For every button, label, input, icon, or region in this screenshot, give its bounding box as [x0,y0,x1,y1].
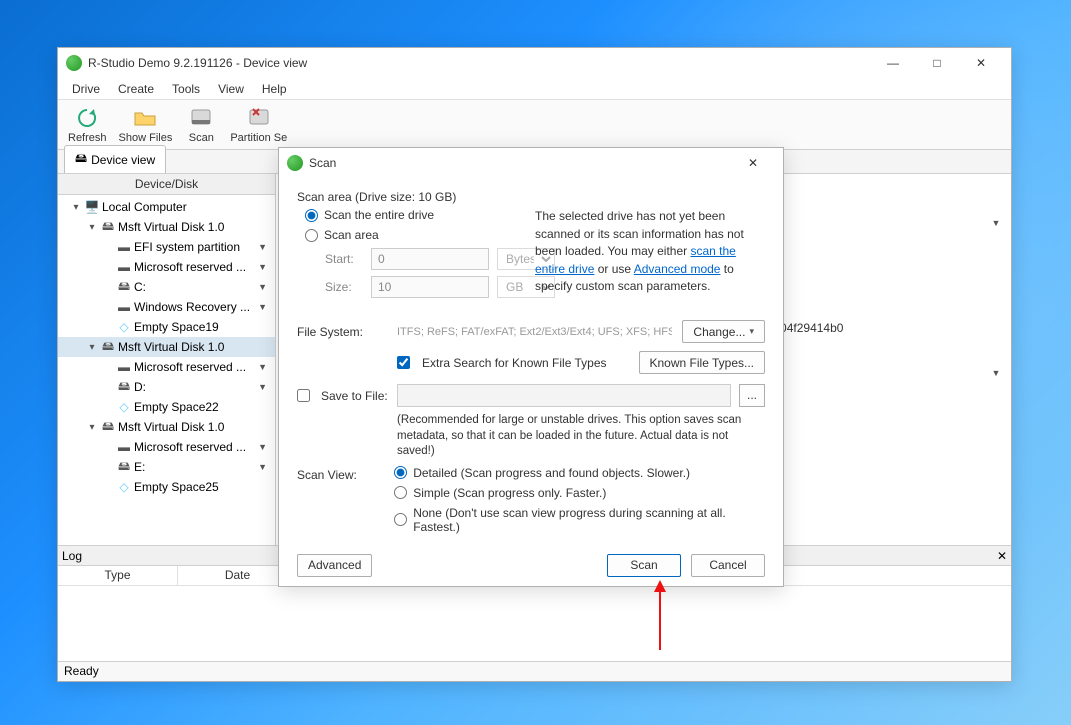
radio-view-none[interactable] [394,513,407,526]
tb-show-files[interactable]: Show Files [113,102,179,148]
scan-button[interactable]: Scan [607,554,681,577]
menubar: Drive Create Tools View Help [58,78,1011,100]
scan-dialog: Scan ✕ Scan area (Drive size: 10 GB) Sca… [278,147,784,587]
radio-scan-entire[interactable] [305,209,318,222]
tree-item[interactable]: ▾🖴Msft Virtual Disk 1.0 [58,337,275,357]
save-to-file-checkbox[interactable] [297,389,310,402]
tree-pane: Device/Disk ▾🖥️Local Computer▾🖴Msft Virt… [58,174,276,545]
tb-refresh[interactable]: Refresh [62,102,113,148]
known-file-types-button[interactable]: Known File Types... [639,351,766,374]
tb-scan[interactable]: Scan [178,102,224,148]
device-tree[interactable]: ▾🖥️Local Computer▾🖴Msft Virtual Disk 1.0… [58,195,275,499]
tree-item[interactable]: ▬Microsoft reserved ...▼ [58,357,275,377]
radio-view-detailed[interactable] [394,466,407,479]
tree-item[interactable]: 🖴D:▼ [58,377,275,397]
tree-item[interactable]: ▾🖴Msft Virtual Disk 1.0 [58,217,275,237]
tree-header[interactable]: Device/Disk [58,174,275,195]
tree-item[interactable]: ▬Microsoft reserved ...▼ [58,257,275,277]
tree-item[interactable]: ▬Microsoft reserved ...▼ [58,437,275,457]
menu-tools[interactable]: Tools [164,80,208,98]
save-path-input[interactable] [397,384,731,407]
file-system-label: File System: [297,325,387,339]
browse-button[interactable]: ... [739,384,765,407]
close-icon[interactable]: ✕ [997,549,1007,563]
tree-item[interactable]: 🖴C:▼ [58,277,275,297]
menu-create[interactable]: Create [110,80,162,98]
dialog-footer: Advanced Scan Cancel [279,546,783,591]
scan-view-label: Scan View: [297,466,394,482]
scan-info-message: The selected drive has not yet been scan… [535,208,765,296]
radio-scan-area-label: Scan area [324,228,379,242]
advanced-button[interactable]: Advanced [297,554,372,577]
size-label: Size: [325,280,363,294]
scan-icon [189,106,213,130]
titlebar[interactable]: R-Studio Demo 9.2.191126 - Device view ―… [58,48,1011,78]
extra-search-label: Extra Search for Known File Types [422,356,607,370]
link-advanced-mode[interactable]: Advanced mode [634,262,721,276]
size-input [371,276,489,298]
change-fs-button[interactable]: Change... [682,320,765,343]
radio-view-none-label: None (Don't use scan view progress durin… [413,506,765,534]
save-recommendation: (Recommended for large or unstable drive… [397,413,765,460]
maximize-button[interactable]: □ [915,48,959,78]
app-icon [287,155,303,171]
menu-help[interactable]: Help [254,80,295,98]
radio-view-detailed-label: Detailed (Scan progress and found object… [413,466,690,480]
menu-drive[interactable]: Drive [64,80,108,98]
start-label: Start: [325,252,363,266]
partition-search-icon [247,106,271,130]
refresh-icon [75,106,99,130]
close-button[interactable]: ✕ [959,48,1003,78]
menu-view[interactable]: View [210,80,252,98]
dialog-body: Scan area (Drive size: 10 GB) Scan the e… [279,178,783,546]
statusbar: Ready [58,661,1011,681]
file-system-list: ITFS; ReFS; FAT/exFAT; Ext2/Ext3/Ext4; U… [397,326,672,338]
minimize-button[interactable]: ― [871,48,915,78]
dialog-titlebar[interactable]: Scan ✕ [279,148,783,178]
tree-item[interactable]: ◇Empty Space25 [58,477,275,497]
radio-view-simple-label: Simple (Scan progress only. Faster.) [413,486,606,500]
radio-scan-entire-label: Scan the entire drive [324,208,434,222]
radio-scan-area[interactable] [305,229,318,242]
tree-item[interactable]: ◇Empty Space19 [58,317,275,337]
log-body[interactable] [58,586,1011,661]
start-input [371,248,489,270]
window-title: R-Studio Demo 9.2.191126 - Device view [88,56,871,70]
tree-item[interactable]: ▾🖴Msft Virtual Disk 1.0 [58,417,275,437]
annotation-arrow [650,580,670,653]
dialog-close-button[interactable]: ✕ [731,148,775,178]
app-icon [66,55,82,71]
radio-view-simple[interactable] [394,486,407,499]
scan-area-label: Scan area (Drive size: 10 GB) [297,190,765,204]
tab-device-view[interactable]: 🖴Device view [64,145,166,173]
extra-search-checkbox[interactable] [397,356,410,369]
tb-partition-search[interactable]: Partition Se [224,102,293,148]
tree-item[interactable]: ◇Empty Space22 [58,397,275,417]
tree-item[interactable]: ▾🖥️Local Computer [58,197,275,217]
save-to-file-label: Save to File: [321,389,388,403]
folder-open-icon [133,106,157,130]
device-view-icon: 🖴 [75,149,87,170]
toolbar: Refresh Show Files Scan Partition Se [58,100,1011,150]
tree-item[interactable]: ▬EFI system partition▼ [58,237,275,257]
tree-item[interactable]: 🖴E:▼ [58,457,275,477]
log-col-type[interactable]: Type [58,566,178,585]
cancel-button[interactable]: Cancel [691,554,765,577]
dialog-title: Scan [309,156,731,170]
tree-item[interactable]: ▬Windows Recovery ...▼ [58,297,275,317]
